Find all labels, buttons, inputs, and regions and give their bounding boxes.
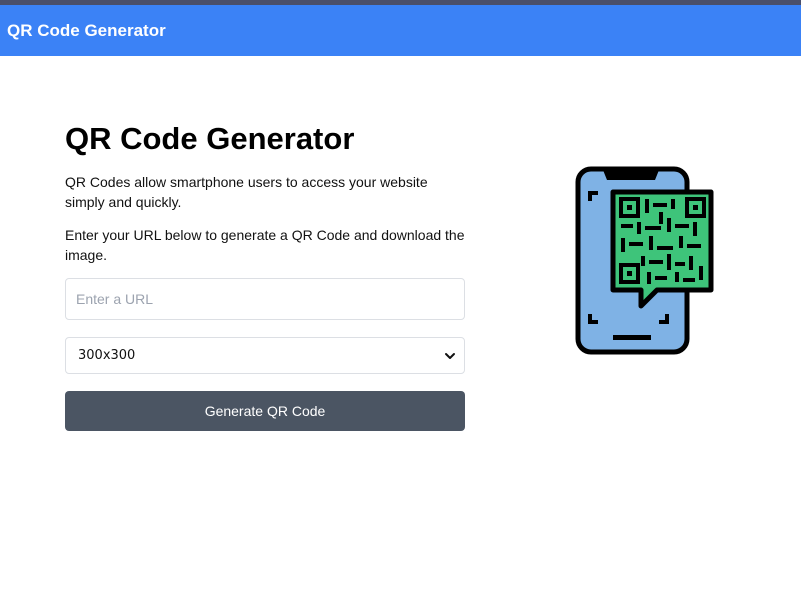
intro-text: QR Codes allow smartphone users to acces… <box>65 174 428 210</box>
phone-qr-illustration <box>575 166 714 355</box>
generate-qr-button[interactable]: Generate QR Code <box>65 391 465 431</box>
url-input[interactable] <box>65 278 465 320</box>
generator-form-section: QR Code Generator QR Codes allow smartph… <box>65 120 465 431</box>
navbar-brand[interactable]: QR Code Generator <box>7 21 166 41</box>
page-title: QR Code Generator <box>65 121 355 156</box>
size-select-value: 300x300 <box>78 348 136 363</box>
chevron-down-icon <box>445 353 455 359</box>
instructions-text: Enter your URL below to generate a QR Co… <box>65 227 465 263</box>
navbar: QR Code Generator <box>0 5 801 56</box>
size-select[interactable]: 300x300 <box>65 337 465 374</box>
